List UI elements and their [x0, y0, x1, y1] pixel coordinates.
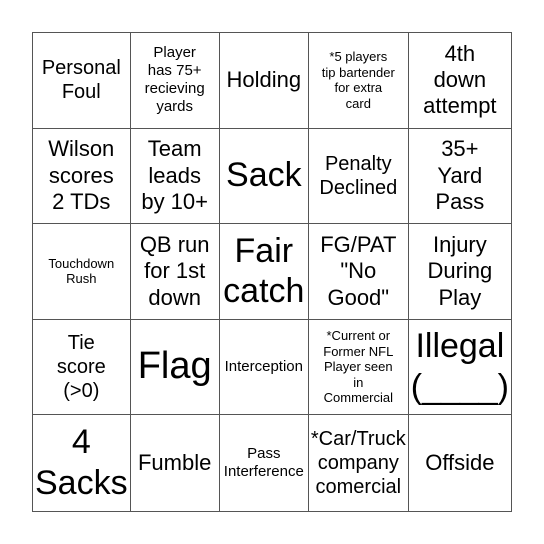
bingo-cell[interactable]: *Car/Truck company comercial	[309, 415, 409, 511]
cell-text: QB run for 1st down	[139, 231, 210, 310]
cell-text: FG/PAT "No Good"	[320, 231, 397, 310]
bingo-cell[interactable]: 4 Sacks	[33, 415, 131, 511]
cell-text: Injury During Play	[427, 231, 493, 310]
bingo-cell[interactable]: Player has 75+ recieving yards	[130, 33, 220, 129]
cell-text: Sack	[226, 156, 302, 195]
cell-text: Holding	[226, 67, 302, 93]
bingo-cell[interactable]: FG/PAT "No Good"	[308, 224, 409, 320]
cell-text: Team leads by 10+	[141, 136, 208, 215]
cell-text: 35+ Yard Pass	[435, 136, 485, 215]
cell-text: Penalty Declined	[319, 152, 398, 199]
bingo-cell[interactable]: Offside	[409, 415, 511, 511]
bingo-cell-center[interactable]: Fair catch	[219, 224, 309, 320]
cell-text: Fumble	[137, 449, 212, 475]
bingo-cell[interactable]: Wilson scores 2 TDs	[33, 128, 131, 225]
bingo-cell[interactable]: 4th down attempt	[408, 33, 511, 129]
bingo-cell[interactable]: Team leads by 10+	[130, 128, 220, 225]
bingo-cell[interactable]: Interception	[219, 319, 309, 416]
cell-text: *Car/Truck company comercial	[310, 428, 406, 499]
bingo-cell[interactable]: Holding	[219, 33, 309, 129]
bingo-cell[interactable]: Pass Interference	[220, 415, 309, 511]
cell-text: 4 Sacks	[35, 423, 128, 503]
bingo-cell[interactable]: Illegal (____)	[408, 320, 511, 416]
bingo-cell[interactable]: *Current or Former NFL Player seen in Co…	[308, 319, 409, 416]
cell-text: Player has 75+ recieving yards	[144, 44, 205, 116]
cell-text: 4th down attempt	[423, 40, 497, 119]
cell-text: Offside	[425, 449, 495, 475]
cell-text: Interception	[224, 358, 303, 376]
bingo-cell[interactable]: Penalty Declined	[308, 128, 409, 225]
cell-text: Tie score (>0)	[56, 332, 106, 403]
cell-text: Wilson scores 2 TDs	[48, 136, 115, 215]
bingo-cell[interactable]: Touchdown Rush	[33, 224, 131, 320]
bingo-cell[interactable]: Flag	[130, 319, 220, 416]
bingo-cell[interactable]: *5 players tip bartender for extra card	[308, 33, 409, 129]
cell-text: *5 players tip bartender for extra card	[321, 49, 395, 111]
cell-text: Fair catch	[223, 231, 305, 311]
cell-text: Personal Foul	[41, 57, 121, 104]
cell-text: *Current or Former NFL Player seen in Co…	[323, 328, 394, 406]
bingo-cell[interactable]: Fumble	[131, 415, 220, 511]
cell-text: Pass Interference	[223, 445, 304, 481]
bingo-cell[interactable]: Injury During Play	[408, 224, 511, 320]
cell-text: Illegal (____)	[410, 327, 509, 407]
bingo-board: Personal Foul Player has 75+ recieving y…	[32, 32, 512, 512]
bingo-cell[interactable]: Personal Foul	[33, 33, 131, 129]
bingo-cell[interactable]: QB run for 1st down	[130, 224, 220, 320]
bingo-cell[interactable]: 35+ Yard Pass	[408, 129, 511, 225]
bingo-cell[interactable]: Sack	[219, 128, 309, 225]
cell-text: Flag	[137, 345, 212, 388]
bingo-cell[interactable]: Tie score (>0)	[33, 319, 131, 416]
cell-text: Touchdown Rush	[48, 255, 115, 287]
